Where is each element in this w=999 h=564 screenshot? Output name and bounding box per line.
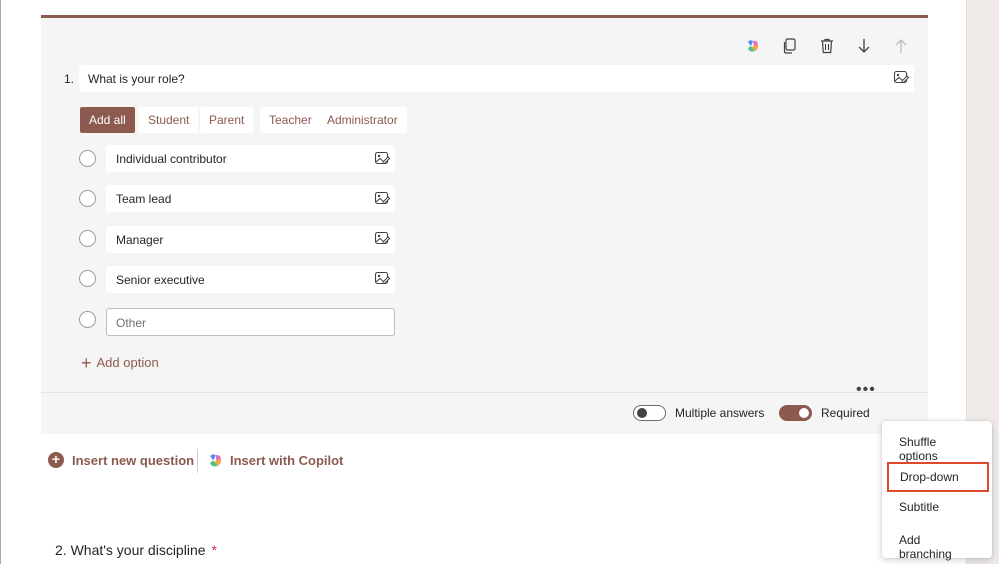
insert-divider — [197, 449, 198, 473]
option-radio[interactable] — [79, 190, 96, 207]
add-circle-icon: + — [48, 452, 64, 468]
question-title-input[interactable]: What is your role? — [79, 65, 914, 92]
other-option-input[interactable]: Other — [106, 308, 395, 336]
option-media-icon[interactable] — [374, 150, 390, 166]
chip-administrator[interactable]: Administrator — [318, 107, 407, 133]
required-marker: * — [211, 542, 217, 558]
required-toggle[interactable] — [779, 405, 812, 421]
chip-student[interactable]: Student — [139, 107, 199, 133]
add-option-button[interactable]: + Add option — [81, 352, 159, 373]
question-footer: Multiple answers Required — [41, 392, 928, 434]
menu-item-drop-down[interactable]: Drop-down — [887, 462, 989, 492]
more-options-menu: Shuffle options Drop-down Subtitle Add b… — [882, 421, 992, 561]
chip-parent[interactable]: Parent — [200, 107, 254, 133]
option-media-icon[interactable] — [374, 230, 390, 246]
insert-with-copilot-label: Insert with Copilot — [230, 453, 344, 468]
chip-add-all[interactable]: Add all — [80, 107, 135, 133]
delete-icon[interactable] — [816, 35, 838, 57]
option-media-icon[interactable] — [374, 270, 390, 286]
option-radio[interactable] — [79, 150, 96, 167]
required-label: Required — [821, 406, 870, 420]
option-radio[interactable] — [79, 311, 96, 328]
chip-teacher[interactable]: Teacher — [260, 107, 321, 133]
question-2-title: 2. What's your discipline * — [55, 542, 217, 558]
menu-item-shuffle-options[interactable]: Shuffle options — [882, 427, 992, 463]
menu-item-subtitle[interactable]: Subtitle — [882, 492, 992, 522]
insert-new-question-label: Insert new question — [72, 452, 195, 468]
plus-icon: + — [81, 352, 92, 373]
page-left-border — [0, 0, 1, 564]
copy-icon[interactable] — [779, 35, 801, 57]
option-media-icon[interactable] — [374, 190, 390, 206]
more-options-button[interactable]: ••• — [856, 382, 876, 398]
option-individual-contributor[interactable]: Individual contributor — [106, 145, 395, 172]
menu-item-add-branching[interactable]: Add branching — [882, 525, 992, 561]
option-team-lead[interactable]: Team lead — [106, 185, 395, 212]
move-up-icon[interactable] — [890, 35, 912, 57]
option-radio[interactable] — [79, 270, 96, 287]
option-senior-executive[interactable]: Senior executive — [106, 266, 395, 293]
insert-with-copilot-button[interactable]: Insert with Copilot — [207, 452, 343, 469]
move-down-icon[interactable] — [853, 35, 875, 57]
add-option-label: Add option — [96, 355, 159, 370]
option-manager[interactable]: Manager — [106, 226, 395, 253]
question-card: 1. What is your role? Add all Student Pa… — [41, 15, 928, 434]
question-number: 1. — [64, 72, 75, 86]
multiple-answers-label: Multiple answers — [675, 406, 765, 420]
question-2-text: 2. What's your discipline — [55, 542, 206, 558]
insert-new-question-button[interactable]: + Insert new question — [48, 452, 194, 468]
copilot-icon — [210, 454, 222, 467]
copilot-icon[interactable] — [742, 35, 764, 57]
option-radio[interactable] — [79, 230, 96, 247]
multiple-answers-toggle[interactable] — [633, 405, 666, 421]
insert-media-icon[interactable] — [893, 69, 909, 85]
